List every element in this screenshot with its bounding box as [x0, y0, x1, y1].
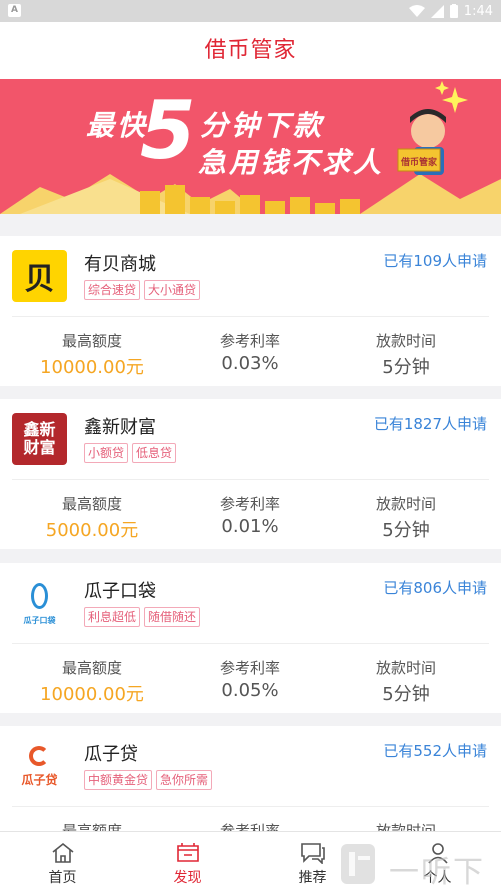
- product-tags: 小额贷 低息贷: [84, 443, 177, 463]
- product-tags: 中额黄金贷 急你所需: [84, 770, 213, 790]
- max-amount-label: 最高额度: [61, 495, 122, 513]
- card-divider: [12, 479, 489, 480]
- tab-home[interactable]: 首页: [0, 832, 125, 891]
- product-logo-text: 瓜子口袋: [23, 615, 56, 625]
- product-logo: 鑫新财富: [12, 413, 67, 465]
- max-amount-col: 最高额度 10000.00元: [12, 657, 172, 706]
- payout-time-value: 5分钟: [382, 357, 430, 378]
- wifi-icon: [408, 5, 425, 17]
- rate-label: 参考利率: [219, 659, 280, 677]
- page-title: 借币管家: [204, 38, 297, 63]
- product-card[interactable]: 瓜子贷瓜子贷已有552人申请中额黄金贷急你所需最高额度参考利率放款时间: [0, 726, 501, 840]
- product-tag: 小额贷: [84, 443, 129, 463]
- max-amount-value: 10000.00元: [40, 684, 144, 705]
- product-card[interactable]: 鑫新财富 鑫新财富 已有1827人申请小额贷 低息贷最高额度 5000.00元 参考利率 0…: [0, 399, 501, 549]
- product-name: 有贝商城: [84, 254, 156, 275]
- tab-home-label: 首页: [48, 870, 77, 886]
- rate-label: 参考利率: [219, 495, 280, 513]
- watermark-text: 一听下载: [389, 855, 485, 890]
- banner-big-number: 5: [140, 84, 196, 177]
- product-applied-count: 已有552人申请: [383, 742, 487, 760]
- rate-value: 0.03%: [221, 353, 279, 374]
- watermark-logo-icon: [341, 844, 375, 884]
- card-divider: [12, 316, 489, 317]
- banner-text-fastest: 最快: [86, 109, 149, 142]
- banner-text-slogan: 急用钱不求人: [198, 146, 385, 179]
- tab-discover-label: 发现: [173, 870, 202, 886]
- card-divider: [12, 806, 489, 807]
- max-amount-col: 最高额度 5000.00元: [12, 493, 172, 542]
- discover-icon: [176, 843, 199, 862]
- payout-time-value: 5分钟: [382, 520, 430, 541]
- banner-badge: 借币管家: [401, 158, 438, 168]
- rate-col: 参考利率 0.01%: [170, 493, 330, 537]
- rate-label: 参考利率: [219, 332, 280, 350]
- product-applied-count: 已有806人申请: [383, 579, 487, 597]
- product-tags: 利息超低 随借随还: [84, 607, 201, 627]
- product-logo: 瓜子贷: [12, 740, 67, 792]
- product-logo-text: 贝: [24, 262, 55, 297]
- rate-col: 参考利率 0.05%: [170, 657, 330, 701]
- max-amount-label: 最高额度: [61, 659, 122, 677]
- status-time: 1:44: [463, 3, 493, 19]
- max-amount-value: 10000.00元: [40, 357, 144, 378]
- product-tag: 随借随还: [144, 607, 201, 627]
- tab-discover[interactable]: 发现: [125, 832, 250, 891]
- product-card[interactable]: 贝 有贝商城 已有109人申请综合速贷 大小通贷最高额度 10000.00元 参考利率 0.…: [0, 236, 501, 386]
- product-name: 瓜子口袋: [84, 581, 156, 602]
- payout-time-col: 放款时间 5分钟: [326, 657, 486, 706]
- status-icons: 1:44: [408, 2, 493, 20]
- status-bar: A 1:44: [0, 0, 501, 22]
- product-applied-count: 已有109人申请: [383, 252, 487, 270]
- max-amount-value: 5000.00元: [45, 520, 139, 541]
- payout-time-col: 放款时间 5分钟: [326, 493, 486, 542]
- product-tags: 综合速贷 大小通贷: [84, 280, 201, 300]
- signal-icon: [430, 4, 444, 18]
- rate-value: 0.01%: [221, 516, 279, 537]
- product-tag: 低息贷: [132, 443, 177, 463]
- seed-icon: [31, 583, 48, 609]
- promo-banner[interactable]: 最快 5 分钟下款 急用钱不求人 借币管家: [0, 79, 501, 214]
- payout-time-label: 放款时间: [375, 659, 436, 677]
- max-amount-label: 最高额度: [61, 332, 122, 350]
- payout-time-label: 放款时间: [375, 495, 436, 513]
- payout-time-col: 放款时间 5分钟: [326, 330, 486, 379]
- product-logo-text: 瓜子贷: [21, 772, 58, 787]
- chat-icon: [300, 843, 325, 864]
- product-applied-count: 已有1827人申请: [373, 415, 487, 433]
- product-name: 鑫新财富: [84, 417, 156, 438]
- max-amount-col: 最高额度 10000.00元: [12, 330, 172, 379]
- payout-time-value: 5分钟: [382, 684, 430, 705]
- product-tag: 综合速贷: [84, 280, 141, 300]
- product-logo: 贝: [12, 250, 67, 302]
- notification-icon: A: [8, 4, 21, 17]
- product-tag: 大小通贷: [144, 280, 201, 300]
- rate-col: 参考利率 0.03%: [170, 330, 330, 374]
- product-logo-text: 鑫新财富: [23, 420, 56, 457]
- product-tag: 急你所需: [156, 770, 213, 790]
- battery-icon: [449, 4, 458, 18]
- g-logo-icon: [29, 746, 49, 766]
- product-card[interactable]: 瓜子口袋 瓜子口袋 已有806人申请 利息超低 随借随还 最高额度 10000.00元 参考利…: [0, 563, 501, 713]
- product-tag: 利息超低: [84, 607, 141, 627]
- card-divider: [12, 643, 489, 644]
- product-name: 瓜子贷: [84, 744, 138, 765]
- payout-time-label: 放款时间: [375, 332, 436, 350]
- product-logo: 瓜子口袋: [12, 577, 67, 629]
- watermark: 一听下载: [335, 840, 501, 891]
- home-icon: [52, 842, 73, 863]
- banner-text-minutes: 分钟下款: [200, 109, 325, 142]
- rate-value: 0.05%: [221, 680, 279, 701]
- header: 借币管家: [0, 22, 501, 79]
- product-tag: 中额黄金贷: [84, 770, 153, 790]
